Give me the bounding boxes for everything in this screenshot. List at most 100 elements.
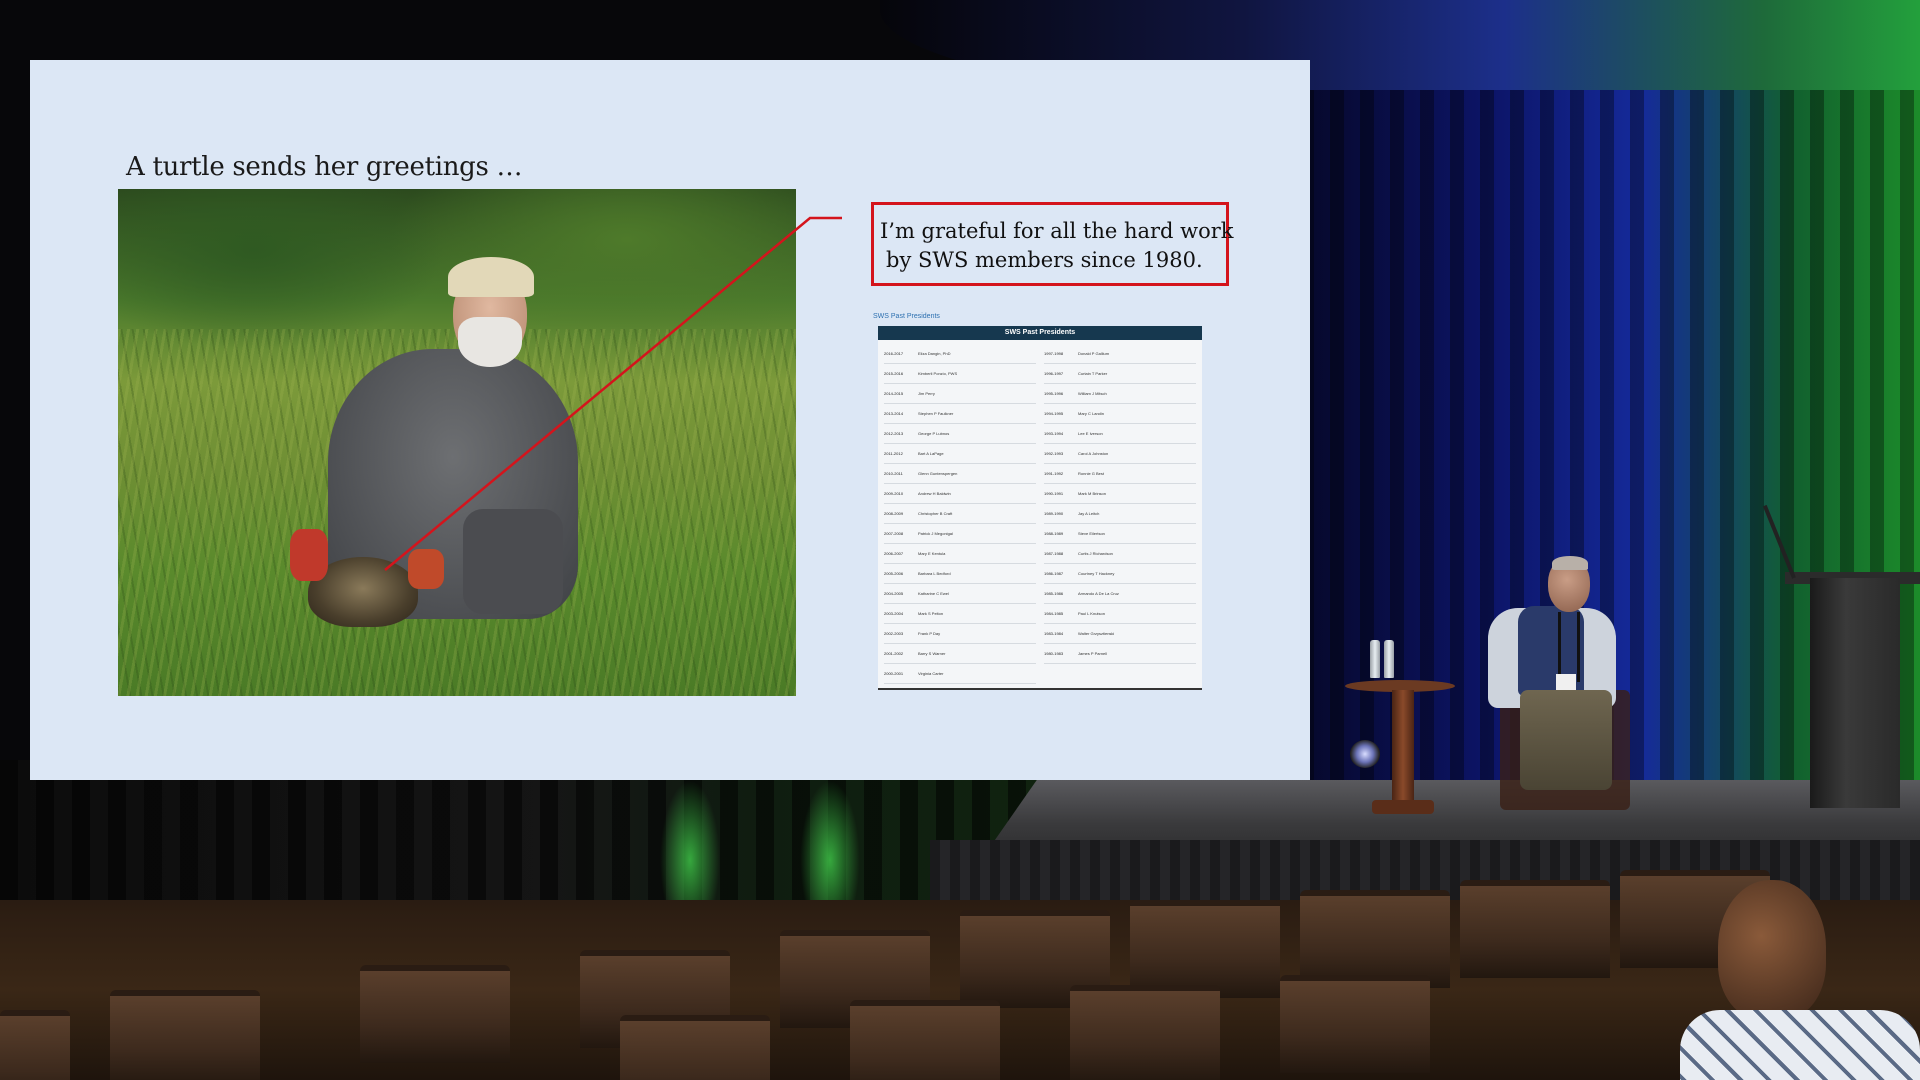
president-term: 1986-1987: [1044, 571, 1064, 576]
president-name: Stephen P Faulkner: [918, 411, 954, 416]
table-row: 2010-2011 Glenn Guntenspergen: [884, 464, 1036, 484]
table-row: 1985-1986 Armando A De La Cruz: [1044, 584, 1196, 604]
president-term: 2005-2006: [884, 571, 904, 576]
man-hat: [448, 257, 534, 297]
table-row: 1993-1994 Lee E Iverson: [1044, 424, 1196, 444]
table-row: 2000-2001 Virginia Carter: [884, 664, 1036, 684]
water-bottle: [1384, 640, 1394, 678]
president-name: Katharine C Ewel: [918, 591, 949, 596]
president-name: George P Lubnos: [918, 431, 950, 436]
stage-light: [1350, 740, 1380, 768]
president-name: Jay A Leitch: [1078, 511, 1100, 516]
audience-chair: [1130, 900, 1280, 998]
audience-member-head: [1718, 880, 1826, 1020]
president-term: 1983-1984: [1044, 631, 1064, 636]
president-term: 2008-2009: [884, 511, 904, 516]
table-row: 1991-1992 Ronnie G Best: [1044, 464, 1196, 484]
president-term: 2007-2008: [884, 531, 904, 536]
president-name: William J Mitsch: [1078, 391, 1107, 396]
president-term: 1990-1991: [1044, 491, 1064, 496]
table-row: 2008-2009 Christopher B Craft: [884, 504, 1036, 524]
president-name: Bart A LaPage: [918, 451, 944, 456]
president-name: Glenn Guntenspergen: [918, 471, 958, 476]
audience-chair: [110, 990, 260, 1080]
table-row: 2009-2010 Andrew H Baldwin: [884, 484, 1036, 504]
table-row: 1988-1989 Steve Eilertson: [1044, 524, 1196, 544]
slide-title: A turtle sends her greetings …: [126, 152, 523, 182]
president-name: Curtis J Richardson: [1078, 551, 1113, 556]
past-presidents-caption: SWS Past Presidents: [873, 313, 940, 320]
red-glove: [290, 529, 328, 581]
red-glove: [408, 549, 444, 589]
table-row: 1980-1983 James P Parnell: [1044, 644, 1196, 664]
president-name: Paul L Knutson: [1078, 611, 1105, 616]
presentation-slide: A turtle sends her greetings … I’m grate…: [30, 60, 1310, 780]
president-name: Donald P Gallium: [1078, 351, 1110, 356]
speaker-legs: [1520, 690, 1612, 790]
president-term: 1989-1990: [1044, 511, 1064, 516]
audience-member-shirt: [1680, 1010, 1920, 1080]
audience-chair: [1070, 985, 1220, 1080]
man-legs: [463, 509, 563, 614]
past-presidents-header: SWS Past Presidents: [878, 326, 1202, 340]
table-row: 1984-1985 Paul L Knutson: [1044, 604, 1196, 624]
president-name: Barbara L Bedford: [918, 571, 951, 576]
water-bottle: [1370, 640, 1380, 678]
man-beard: [458, 317, 522, 367]
callout-line-1: I’m grateful for all the hard work: [880, 219, 1234, 243]
table-row: 1994-1995 Mary C Landin: [1044, 404, 1196, 424]
audience-chair: [620, 1015, 770, 1080]
president-term: 1985-1986: [1044, 591, 1064, 596]
table-row: 1983-1984 Walter Grzysztienski: [1044, 624, 1196, 644]
president-term: 1996-1997: [1044, 371, 1064, 376]
president-term: 1995-1996: [1044, 391, 1064, 396]
president-term: 1993-1994: [1044, 431, 1064, 436]
table-row: 2004-2005 Katharine C Ewel: [884, 584, 1036, 604]
speaker-lanyard: [1558, 612, 1580, 682]
president-name: Andrew H Baldwin: [918, 491, 951, 496]
table-row: 1999-2000Jarrel P Keough: [884, 684, 1036, 688]
podium: [1810, 578, 1900, 808]
table-row: 1986-1987 Courtney T Hackney: [1044, 564, 1196, 584]
president-term: 2000-2001: [884, 671, 904, 676]
president-name: Walter Grzysztienski: [1078, 631, 1115, 636]
president-term: 1980-1983: [1044, 651, 1064, 656]
table-row: 1987-1988 Curtis J Richardson: [1044, 544, 1196, 564]
president-name: Frank P Day: [918, 631, 941, 636]
table-row: 2013-2014 Stephen P Faulkner: [884, 404, 1036, 424]
president-term: 1984-1985: [1044, 611, 1064, 616]
table-row: 1989-1990 Jay A Leitch: [1044, 504, 1196, 524]
quote-callout-box: I’m grateful for all the hard work by SW…: [871, 202, 1234, 286]
president-term: 2006-2007: [884, 551, 904, 556]
president-name: Mary E Kentula: [918, 551, 946, 556]
president-name: Curtain T Parker: [1078, 371, 1108, 376]
speaker-hair: [1552, 556, 1588, 570]
audience-chair: [1300, 890, 1450, 988]
president-term: 2014-2015: [884, 391, 904, 396]
table-row: 2011-2012 Bart A LaPage: [884, 444, 1036, 464]
president-term: 2015-2016: [884, 371, 904, 376]
president-term: 2013-2014: [884, 411, 904, 416]
table-row: 2001-2002 Barry S Warner: [884, 644, 1036, 664]
president-term: 2010-2011: [884, 471, 903, 476]
president-name: Kimberli Ponzio, PWS: [918, 371, 958, 376]
table-row: 2005-2006 Barbara L Bedford: [884, 564, 1036, 584]
table-row: 2003-2004 Mark S Pelton: [884, 604, 1036, 624]
table-row: 1997-1998 Donald P Gallium: [1044, 344, 1196, 364]
president-term: 2003-2004: [884, 611, 904, 616]
past-presidents-table: SWS Past Presidents 2016-2017 Eliza Dangi…: [878, 326, 1202, 690]
president-name: Armando A De La Cruz: [1078, 591, 1119, 596]
president-name: Courtney T Hackney: [1078, 571, 1115, 576]
president-name: Eliza Dangin, PhD: [918, 351, 951, 356]
table-row: 2002-2003 Frank P Day: [884, 624, 1036, 644]
table-row: 1996-1997 Curtain T Parker: [1044, 364, 1196, 384]
side-table-base: [1372, 800, 1434, 814]
president-term: 1988-1989: [1044, 531, 1064, 536]
president-term: 1992-1993: [1044, 451, 1064, 456]
president-term: 2012-2013: [884, 431, 904, 436]
audience-chair: [360, 965, 510, 1063]
table-row: 1995-1996 William J Mitsch: [1044, 384, 1196, 404]
president-name: James P Parnell: [1078, 651, 1108, 656]
table-row: 2014-2015 Jim Perry: [884, 384, 1036, 404]
president-name: Carol A Johnston: [1078, 451, 1109, 456]
